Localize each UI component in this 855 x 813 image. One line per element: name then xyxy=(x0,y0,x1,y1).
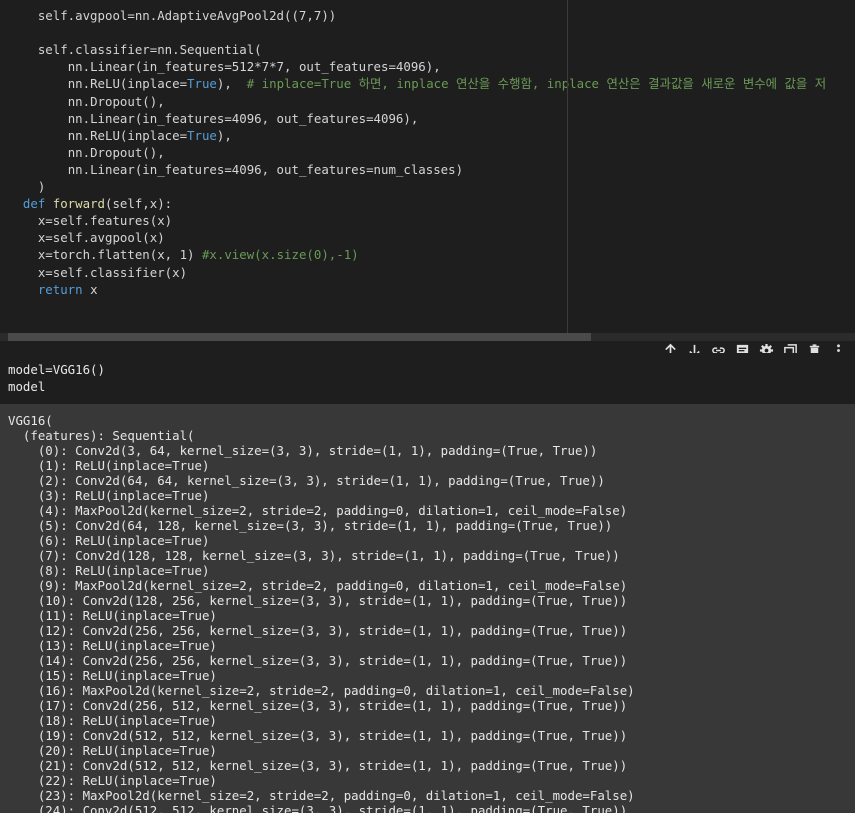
output-line: VGG16( xyxy=(8,413,53,428)
output-line: (8): ReLU(inplace=True) xyxy=(8,563,210,578)
output-line: (0): Conv2d(3, 64, kernel_size=(3, 3), s… xyxy=(8,443,598,458)
output-line: (6): ReLU(inplace=True) xyxy=(8,533,210,548)
output-line: (features): Sequential( xyxy=(8,428,195,443)
output-line: (20): ReLU(inplace=True) xyxy=(8,743,217,758)
code-line: x=self.classifier(x) xyxy=(37,264,188,280)
output-line: (22): ReLU(inplace=True) xyxy=(8,773,217,788)
code-line: nn.ReLU(inplace=True), xyxy=(67,127,232,143)
code-line: x=self.avgpool(x) xyxy=(37,230,165,246)
code-cell-editor[interactable]: self.avgpool=nn.AdaptiveAvgPool2d((7,7))… xyxy=(0,0,855,333)
output-line: (16): MaxPool2d(kernel_size=2, stride=2,… xyxy=(8,683,635,698)
code-cell-2-editor[interactable]: model=VGG16() model xyxy=(0,353,855,403)
ruler-line xyxy=(567,0,568,340)
output-line: (18): ReLU(inplace=True) xyxy=(8,713,217,728)
code-line: return x xyxy=(37,281,98,297)
code-line: nn.ReLU(inplace=True), # inplace=True 하면… xyxy=(67,76,827,92)
output-line: (9): MaxPool2d(kernel_size=2, stride=2, … xyxy=(8,578,628,593)
output-line: (11): ReLU(inplace=True) xyxy=(8,608,217,623)
code-line: nn.Linear(in_features=4096, out_features… xyxy=(67,161,464,177)
output-line: (14): Conv2d(256, 256, kernel_size=(3, 3… xyxy=(8,653,628,668)
output-line: (13): ReLU(inplace=True) xyxy=(8,638,217,653)
output-line: (17): Conv2d(256, 512, kernel_size=(3, 3… xyxy=(8,698,628,713)
output-line: (21): Conv2d(512, 512, kernel_size=(3, 3… xyxy=(8,758,628,773)
code-line: model xyxy=(8,379,46,394)
code-line: nn.Linear(in_features=4096, out_features… xyxy=(67,110,419,126)
code-line: x=torch.flatten(x, 1) #x.view(x.size(0),… xyxy=(37,247,359,263)
output-line: (12): Conv2d(256, 256, kernel_size=(3, 3… xyxy=(8,623,628,638)
code-line: nn.Linear(in_features=512*7*7, out_featu… xyxy=(67,59,441,75)
code-line: x=self.features(x) xyxy=(37,213,173,229)
output-line: (15): ReLU(inplace=True) xyxy=(8,668,217,683)
output-line: (7): Conv2d(128, 128, kernel_size=(3, 3)… xyxy=(8,548,620,563)
output-line: (1): ReLU(inplace=True) xyxy=(8,458,210,473)
code-line: nn.Dropout(), xyxy=(67,93,165,109)
output-line: (10): Conv2d(128, 256, kernel_size=(3, 3… xyxy=(8,593,628,608)
output-line: (24): Conv2d(512, 512, kernel_size=(3, 3… xyxy=(8,803,628,813)
code-line: self.classifier=nn.Sequential( xyxy=(37,42,262,58)
code-line: def forward(self,x): xyxy=(22,196,173,212)
output-line: (5): Conv2d(64, 128, kernel_size=(3, 3),… xyxy=(8,518,613,533)
output-line: (3): ReLU(inplace=True) xyxy=(8,488,210,503)
output-line: (4): MaxPool2d(kernel_size=2, stride=2, … xyxy=(8,503,628,518)
output-line: (2): Conv2d(64, 64, kernel_size=(3, 3), … xyxy=(8,473,605,488)
horizontal-scrollbar-thumb[interactable] xyxy=(8,333,591,341)
output-line: (23): MaxPool2d(kernel_size=2, stride=2,… xyxy=(8,788,635,803)
output-line: (19): Conv2d(512, 512, kernel_size=(3, 3… xyxy=(8,728,628,743)
cell-output: VGG16( (features): Sequential( (0): Conv… xyxy=(0,404,855,813)
code-line: nn.Dropout(), xyxy=(67,144,165,160)
code-line: model=VGG16() xyxy=(8,362,105,377)
code-line: self.avgpool=nn.AdaptiveAvgPool2d((7,7)) xyxy=(37,8,337,23)
code-line: ) xyxy=(37,179,46,194)
